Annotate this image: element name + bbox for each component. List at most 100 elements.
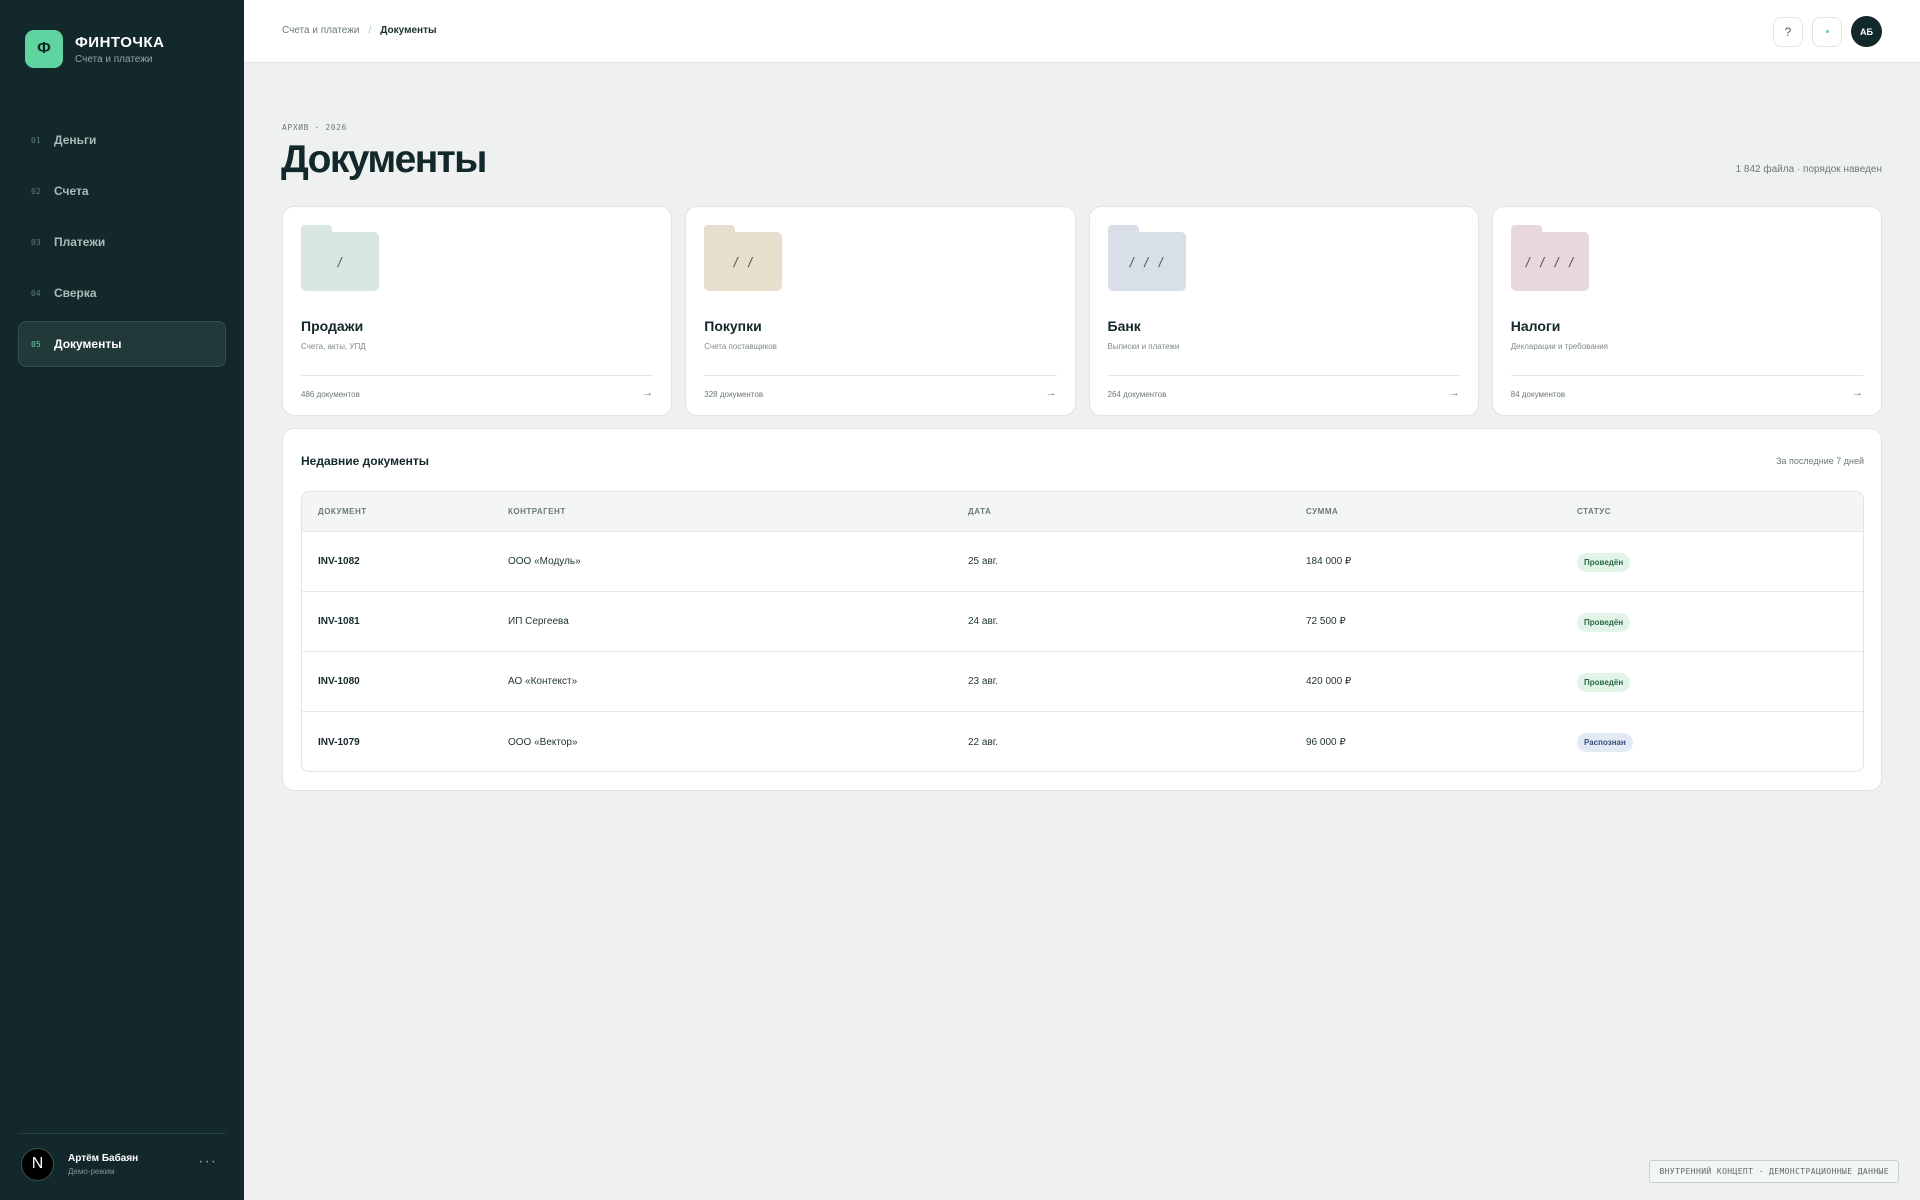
folder-card-purchases[interactable]: / / Покупки Счета поставщиков 328 докуме…: [685, 206, 1076, 416]
status-badge: Проведён: [1577, 612, 1631, 632]
folder-description: Декларации и требования: [1510, 342, 1608, 351]
status-cell: Проведён: [1577, 672, 1631, 692]
sidebar-item-label: Сверка: [54, 286, 97, 300]
folder-icon: / /: [704, 225, 783, 291]
nav-number: 01: [31, 135, 41, 145]
nav-number: 04: [31, 288, 41, 298]
document-id[interactable]: INV-1079: [318, 737, 360, 748]
page-eyebrow: АРХИВ · 2026: [282, 123, 347, 132]
status-cell: Проведён: [1577, 552, 1631, 572]
breadcrumb-parent[interactable]: Счета и платежи: [282, 25, 360, 36]
table-header: ДОКУМЕНТ КОНТРАГЕНТ ДАТА СУММА СТАТУС: [302, 492, 1863, 532]
arrow-right-icon[interactable]: →: [642, 387, 653, 399]
brand-text: ФИНТОЧКА Счета и платежи: [75, 34, 164, 65]
column-header-date[interactable]: ДАТА: [968, 507, 991, 516]
nav-number: 03: [31, 237, 41, 247]
folder-cards: / Продажи Счета, акты, УПД 486 документо…: [282, 206, 1882, 416]
column-header-counterparty[interactable]: КОНТРАГЕНТ: [508, 507, 566, 516]
arrow-right-icon[interactable]: →: [1046, 387, 1057, 399]
sidebar-item-reconciliation[interactable]: 04 Сверка: [18, 270, 226, 316]
folder-icon: / / / /: [1510, 225, 1589, 291]
arrow-right-icon[interactable]: →: [1449, 387, 1460, 399]
divider: [301, 375, 654, 376]
counterparty: ИП Сергеева: [508, 616, 569, 627]
sidebar-item-accounts[interactable]: 02 Счета: [18, 168, 226, 214]
folder-title: Налоги: [1510, 318, 1561, 334]
column-header-status[interactable]: СТАТУС: [1577, 507, 1611, 516]
date: 23 авг.: [968, 676, 998, 687]
folder-body: /: [301, 232, 379, 291]
folder-title: Покупки: [704, 318, 762, 334]
table-row[interactable]: INV-1081 ИП Сергеева 24 авг. 72 500 ₽ Пр…: [302, 592, 1863, 652]
ellipsis-icon[interactable]: ···: [198, 1153, 217, 1171]
sidebar-item-payments[interactable]: 03 Платежи: [18, 219, 226, 265]
folder-card-bank[interactable]: / / / Банк Выписки и платежи 264 докумен…: [1088, 206, 1479, 416]
date: 22 авг.: [968, 736, 998, 748]
divider: [1107, 375, 1460, 376]
table-row[interactable]: INV-1079 ООО «Вектор» 22 авг. 96 000 ₽ Р…: [302, 712, 1863, 771]
folder-description: Выписки и платежи: [1107, 342, 1180, 351]
arrow-right-icon[interactable]: →: [1852, 387, 1863, 399]
sidebar-item-label: Деньги: [54, 133, 97, 147]
date: 25 авг.: [968, 556, 998, 567]
folder-card-sales[interactable]: / Продажи Счета, акты, УПД 486 документо…: [282, 206, 673, 416]
folder-description: Счета поставщиков: [704, 342, 777, 351]
folder-icon: / / /: [1107, 225, 1186, 291]
dot-icon: [1825, 30, 1829, 33]
breadcrumb-current: Документы: [380, 25, 437, 36]
help-button[interactable]: ?: [1773, 16, 1803, 47]
documents-table: ДОКУМЕНТ КОНТРАГЕНТ ДАТА СУММА СТАТУС IN…: [301, 491, 1864, 772]
folder-body: / / /: [1107, 232, 1186, 291]
counterparty: АО «Контекст»: [508, 676, 578, 687]
recent-documents-panel: Недавние документы За последние 7 дней Д…: [282, 428, 1882, 791]
breadcrumb: Счета и платежи / Документы: [282, 25, 437, 36]
avatar: N: [21, 1147, 54, 1181]
status-cell: Распознан: [1577, 732, 1633, 752]
user-info: Артём Бабаян Демо-режим: [68, 1153, 138, 1176]
table-row[interactable]: INV-1082 ООО «Модуль» 25 авг. 184 000 ₽ …: [302, 532, 1863, 592]
divider: [704, 375, 1057, 376]
folder-icon: /: [301, 225, 379, 291]
user-profile[interactable]: N Артём Бабаян Демо-режим ···: [21, 1147, 221, 1181]
column-header-document[interactable]: ДОКУМЕНТ: [318, 507, 367, 516]
user-name: Артём Бабаян: [68, 1152, 139, 1164]
status-badge: Проведён: [1577, 672, 1631, 692]
document-id[interactable]: INV-1080: [318, 676, 360, 687]
folder-count: 264 документов: [1107, 390, 1167, 399]
question-icon: ?: [1784, 24, 1792, 39]
document-id[interactable]: INV-1081: [318, 616, 360, 627]
sidebar-divider: [18, 1133, 226, 1134]
brand[interactable]: Ф ФИНТОЧКА Счета и платежи: [25, 30, 164, 68]
folder-card-taxes[interactable]: / / / / Налоги Декларации и требования 8…: [1491, 206, 1882, 416]
status-cell: Проведён: [1577, 612, 1631, 632]
amount: 72 500 ₽: [1306, 616, 1346, 627]
amount: 96 000 ₽: [1306, 736, 1346, 748]
sidebar-item-label: Документы: [54, 337, 122, 351]
brand-logo: Ф: [25, 30, 63, 68]
amount: 420 000 ₽: [1306, 676, 1352, 687]
sidebar: Ф ФИНТОЧКА Счета и платежи 01 Деньги 02 …: [0, 0, 244, 1200]
table-row[interactable]: INV-1080 АО «Контекст» 23 авг. 420 000 ₽…: [302, 652, 1863, 712]
document-id[interactable]: INV-1082: [318, 556, 360, 567]
folder-count: 84 документов: [1510, 390, 1566, 399]
nav-number: 02: [31, 186, 41, 196]
date-range-label: За последние 7 дней: [1776, 456, 1864, 466]
sidebar-item-documents[interactable]: 05 Документы: [18, 321, 226, 367]
page-title: Документы: [281, 138, 487, 181]
status-button[interactable]: [1812, 16, 1842, 47]
top-actions: ? АБ: [1764, 16, 1882, 47]
folder-count: 486 документов: [301, 390, 360, 399]
topbar: Счета и платежи / Документы ? АБ: [244, 0, 1920, 63]
date: 24 авг.: [968, 616, 998, 627]
footer-tag: ВНУТРЕННИЙ КОНЦЕПТ · ДЕМОНСТРАЦИОННЫЕ ДА…: [1649, 1160, 1899, 1183]
sidebar-item-money[interactable]: 01 Деньги: [18, 117, 226, 163]
user-role: Демо-режим: [68, 1166, 115, 1176]
nav-number: 05: [31, 339, 41, 349]
folder-title: Продажи: [301, 318, 364, 334]
sidebar-item-label: Платежи: [54, 235, 106, 249]
divider: [1510, 375, 1863, 376]
column-header-amount[interactable]: СУММА: [1306, 507, 1338, 516]
brand-name: ФИНТОЧКА: [75, 33, 165, 51]
avatar[interactable]: АБ: [1851, 16, 1882, 47]
brand-subtitle: Счета и платежи: [75, 53, 153, 65]
